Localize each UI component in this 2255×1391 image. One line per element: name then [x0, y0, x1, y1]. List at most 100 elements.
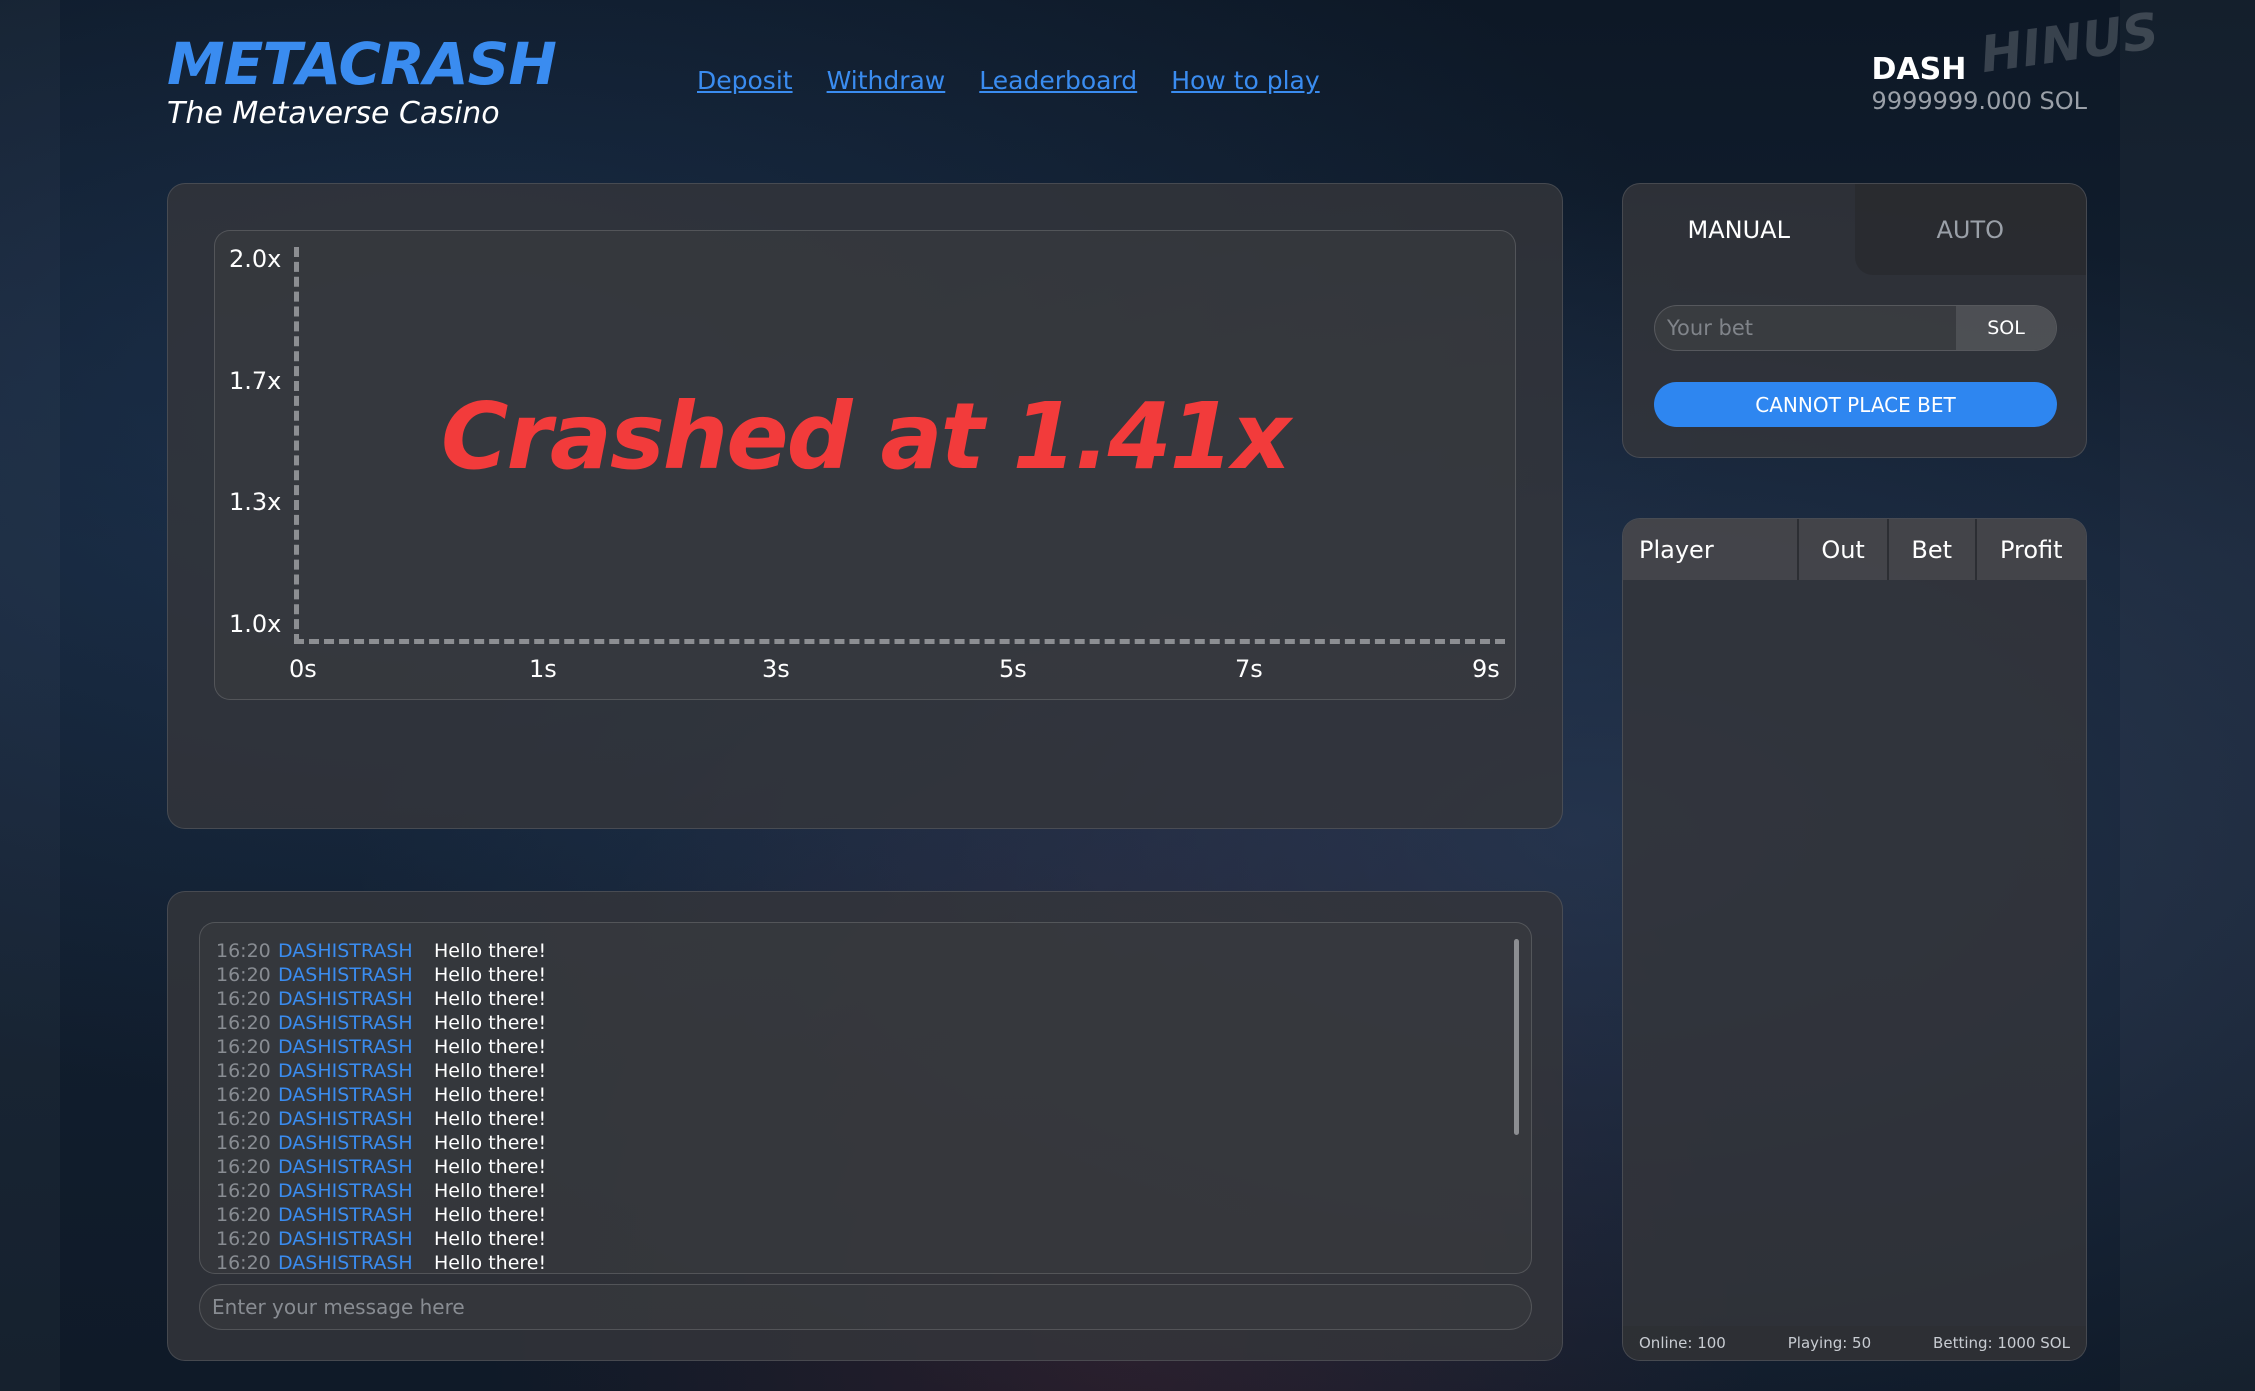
- nav-withdraw-link[interactable]: Withdraw: [827, 66, 946, 95]
- chat-message-text: Hello there!: [434, 1204, 547, 1226]
- background-building: [2120, 0, 2255, 1391]
- chat-timestamp: 16:20: [216, 1108, 271, 1130]
- chat-message: 16:20 DASHISTRASH Hello there!: [216, 1131, 1531, 1155]
- chat-username[interactable]: DASHISTRASH: [278, 1107, 434, 1131]
- players-table-header: Player Out Bet Profit: [1623, 519, 2086, 580]
- chat-message: 16:20 DASHISTRASH Hello there!: [216, 939, 1531, 963]
- x-axis: [294, 639, 1505, 644]
- user-account[interactable]: DASH 9999999.000 SOL: [1872, 52, 2087, 115]
- chat-timestamp: 16:20: [216, 1156, 271, 1178]
- chat-message-text: Hello there!: [434, 1084, 547, 1106]
- chat-timestamp: 16:20: [216, 1036, 271, 1058]
- crash-graph: 2.0x 1.7x 1.3x 1.0x 0s 1s 3s 5s 7s 9s Cr…: [214, 230, 1516, 700]
- chat-message-text: Hello there!: [434, 940, 547, 962]
- x-tick-label: 0s: [289, 655, 317, 683]
- chat-input[interactable]: [199, 1284, 1532, 1330]
- chat-message-text: Hello there!: [434, 1012, 547, 1034]
- column-profit[interactable]: Profit: [1974, 519, 2086, 580]
- chat-message: 16:20 DASHISTRASH Hello there!: [216, 1035, 1531, 1059]
- nav-leaderboard-link[interactable]: Leaderboard: [979, 66, 1137, 95]
- user-name: DASH: [1871, 52, 1967, 87]
- place-bet-button[interactable]: CANNOT PLACE BET: [1654, 382, 2057, 427]
- chat-timestamp: 16:20: [216, 1060, 271, 1082]
- chat-message-text: Hello there!: [434, 1132, 547, 1154]
- chat-timestamp: 16:20: [216, 1132, 271, 1154]
- chat-username[interactable]: DASHISTRASH: [278, 1251, 434, 1273]
- column-bet[interactable]: Bet: [1886, 519, 1975, 580]
- column-player[interactable]: Player: [1623, 519, 1798, 580]
- chat-message: 16:20 DASHISTRASH Hello there!: [216, 1107, 1531, 1131]
- chat-timestamp: 16:20: [216, 988, 271, 1010]
- chat-log[interactable]: 16:20 DASHISTRASH Hello there! 16:20 DASHIST…: [199, 922, 1532, 1274]
- background-building: [0, 0, 60, 1391]
- x-tick-label: 5s: [999, 655, 1027, 683]
- chat-username[interactable]: DASHISTRASH: [278, 963, 434, 987]
- chat-username[interactable]: DASHISTRASH: [278, 1203, 434, 1227]
- chat-username[interactable]: DASHISTRASH: [278, 1179, 434, 1203]
- chat-username[interactable]: DASHISTRASH: [278, 1155, 434, 1179]
- bet-amount-input[interactable]: [1655, 306, 1956, 350]
- chat-message-text: Hello there!: [434, 988, 547, 1010]
- chat-message: 16:20 DASHISTRASH Hello there!: [216, 1227, 1531, 1251]
- x-tick-label: 9s: [1472, 655, 1500, 683]
- nav-deposit-link[interactable]: Deposit: [697, 66, 793, 95]
- x-tick-label: 3s: [762, 655, 790, 683]
- chat-timestamp: 16:20: [216, 1252, 271, 1274]
- chat-message: 16:20 DASHISTRASH Hello there!: [216, 1083, 1531, 1107]
- chat-username[interactable]: DASHISTRASH: [278, 1035, 434, 1059]
- game-panel: 2.0x 1.7x 1.3x 1.0x 0s 1s 3s 5s 7s 9s Cr…: [167, 183, 1563, 829]
- chat-timestamp: 16:20: [216, 1228, 271, 1250]
- bet-currency-button[interactable]: SOL: [1956, 306, 2056, 350]
- chat-username[interactable]: DASHISTRASH: [278, 939, 434, 963]
- chat-message-text: Hello there!: [434, 964, 547, 986]
- chat-timestamp: 16:20: [216, 1012, 271, 1034]
- nav-how-to-play-link[interactable]: How to play: [1171, 66, 1319, 95]
- y-tick-label: 2.0x: [229, 245, 282, 273]
- chat-message-text: Hello there!: [434, 1060, 547, 1082]
- chat-message: 16:20 DASHISTRASH Hello there!: [216, 1011, 1531, 1035]
- chat-message: 16:20 DASHISTRASH Hello there!: [216, 1155, 1531, 1179]
- tab-auto[interactable]: AUTO: [1854, 184, 2086, 275]
- chat-username[interactable]: DASHISTRASH: [278, 1083, 434, 1107]
- chat-message: 16:20 DASHISTRASH Hello there!: [216, 987, 1531, 1011]
- players-panel: Player Out Bet Profit Online: 100 Playin…: [1622, 518, 2087, 1361]
- main-nav: Deposit Withdraw Leaderboard How to play: [697, 66, 1320, 95]
- chat-username[interactable]: DASHISTRASH: [278, 1131, 434, 1155]
- chat-message-text: Hello there!: [434, 1180, 547, 1202]
- chat-timestamp: 16:20: [216, 964, 271, 986]
- chat-message-text: Hello there!: [434, 1252, 547, 1274]
- chat-message: 16:20 DASHISTRASH Hello there!: [216, 1203, 1531, 1227]
- chat-panel: 16:20 DASHISTRASH Hello there! 16:20 DASHIST…: [167, 891, 1563, 1361]
- chat-username[interactable]: DASHISTRASH: [278, 1059, 434, 1083]
- chat-message-text: Hello there!: [434, 1036, 547, 1058]
- chat-timestamp: 16:20: [216, 1204, 271, 1226]
- chat-timestamp: 16:20: [216, 1180, 271, 1202]
- chat-timestamp: 16:20: [216, 940, 271, 962]
- chat-username[interactable]: DASHISTRASH: [278, 987, 434, 1011]
- x-tick-label: 7s: [1235, 655, 1263, 683]
- tab-manual[interactable]: MANUAL: [1623, 184, 1855, 275]
- chat-message: 16:20 DASHISTRASH Hello there!: [216, 1179, 1531, 1203]
- crash-status: Crashed at 1.41x: [441, 383, 1291, 490]
- logo-title: METACRASH: [167, 30, 557, 98]
- chat-timestamp: 16:20: [216, 1084, 271, 1106]
- logo[interactable]: METACRASH The Metaverse Casino: [167, 26, 557, 131]
- chat-message: 16:20 DASHISTRASH Hello there!: [216, 1251, 1531, 1274]
- y-tick-label: 1.0x: [229, 610, 282, 638]
- chat-username[interactable]: DASHISTRASH: [278, 1227, 434, 1251]
- y-tick-label: 1.3x: [229, 488, 282, 516]
- column-out[interactable]: Out: [1797, 519, 1887, 580]
- chat-message-text: Hello there!: [434, 1228, 547, 1250]
- betting-total: Betting: 1000 SOL: [1933, 1334, 2070, 1352]
- chat-message: 16:20 DASHISTRASH Hello there!: [216, 1059, 1531, 1083]
- chat-username[interactable]: DASHISTRASH: [278, 1011, 434, 1035]
- x-tick-label: 1s: [529, 655, 557, 683]
- user-balance: 9999999.000 SOL: [1871, 87, 2087, 115]
- chat-message-text: Hello there!: [434, 1108, 547, 1130]
- chat-scrollbar[interactable]: [1514, 939, 1519, 1135]
- bet-amount-group: SOL: [1654, 305, 2057, 351]
- players-stats-bar: Online: 100 Playing: 50 Betting: 1000 SO…: [1623, 1326, 2086, 1360]
- bet-tabs: MANUAL AUTO: [1623, 184, 2086, 275]
- bet-panel: MANUAL AUTO SOL CANNOT PLACE BET: [1622, 183, 2087, 458]
- playing-count: Playing: 50: [1787, 1334, 1872, 1352]
